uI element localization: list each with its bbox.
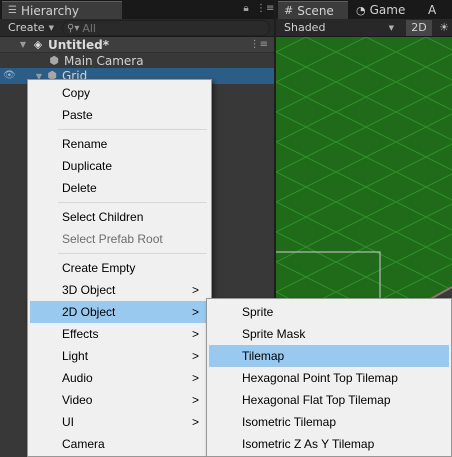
expand-arrow-icon[interactable]: ▼ <box>18 40 28 49</box>
hierarchy-toolbar: Create ▼ ⚲▾ <box>0 19 274 37</box>
2d-object-submenu: Sprite Sprite Mask Tilemap Hexagonal Poi… <box>206 298 452 457</box>
menu-item-delete[interactable]: Delete <box>30 177 209 199</box>
submenu-arrow-icon: > <box>191 393 199 407</box>
menu-item-label: Light <box>62 349 89 363</box>
tab-asset-store[interactable]: A <box>422 1 452 19</box>
submenu-item-isometric-z-as-y-tilemap[interactable]: Isometric Z As Y Tilemap <box>209 433 449 455</box>
menu-item-label: 2D Object <box>62 305 116 319</box>
submenu-item-sprite-mask[interactable]: Sprite Mask <box>209 323 449 345</box>
pacman-icon: ◔ <box>356 3 366 17</box>
create-label: Create <box>8 21 45 34</box>
submenu-arrow-icon: > <box>191 283 199 297</box>
menu-item-duplicate[interactable]: Duplicate <box>30 155 209 177</box>
submenu-item-sprite[interactable]: Sprite <box>209 301 449 323</box>
create-dropdown-button[interactable]: Create ▼ <box>4 20 58 36</box>
menu-item-camera[interactable]: Camera <box>30 433 209 455</box>
menu-separator <box>58 129 207 130</box>
lock-icon[interactable]: 🔒︎ <box>240 3 252 15</box>
menu-item-paste[interactable]: Paste <box>30 104 209 126</box>
menu-separator <box>58 202 207 203</box>
menu-item-2d-object[interactable]: 2D Object > <box>30 301 209 323</box>
menu-item-label: Video <box>62 393 93 407</box>
submenu-item-hexagonal-point-top-tilemap[interactable]: Hexagonal Point Top Tilemap <box>209 367 449 389</box>
lighting-toggle-icon[interactable]: ☀ <box>436 20 452 36</box>
chevron-down-icon: ▼ <box>48 24 54 32</box>
submenu-arrow-icon: > <box>191 415 199 429</box>
hierarchy-tab-label: Hierarchy <box>20 3 79 18</box>
2d-mode-button[interactable]: 2D <box>406 20 432 36</box>
item-label: Main Camera <box>64 54 144 68</box>
chevron-down-icon: ▼ <box>388 24 394 32</box>
search-field[interactable]: ⚲▾ <box>62 20 270 36</box>
submenu-item-hexagonal-flat-top-tilemap[interactable]: Hexagonal Flat Top Tilemap <box>209 389 449 411</box>
scene-menu-icon[interactable]: ⋮≡ <box>250 39 268 50</box>
menu-item-label: UI <box>62 415 74 429</box>
tab-game[interactable]: ◔ Game <box>350 1 418 19</box>
eye-icon[interactable]: 👁︎ <box>3 70 17 82</box>
menu-item-select-prefab-root: Select Prefab Root <box>62 232 163 246</box>
menu-item-audio[interactable]: Audio > <box>30 367 209 389</box>
menu-item-rename[interactable]: Rename <box>30 133 209 155</box>
shading-mode-dropdown[interactable]: Shaded ▼ <box>284 20 400 36</box>
submenu-item-tilemap[interactable]: Tilemap <box>209 345 449 367</box>
menu-item-copy[interactable]: Copy <box>30 82 209 104</box>
menu-item-label: 3D Object <box>62 283 116 297</box>
scene-tab-bar: # Scene ◔ Game A <box>276 0 452 19</box>
unity-logo-icon: ◈ <box>33 37 43 51</box>
scene-row[interactable]: ▼ ◈ Untitled* ⋮≡ <box>0 37 274 53</box>
menu-item-effects[interactable]: Effects > <box>30 323 209 345</box>
tab-scene[interactable]: # Scene <box>278 1 348 19</box>
shading-mode-label: Shaded <box>284 21 326 34</box>
hierarchy-tab-bar: ☰ Hierarchy 🔒︎ ⋮≡ <box>0 0 274 19</box>
tab-hierarchy[interactable]: ☰ Hierarchy <box>2 1 122 19</box>
panel-menu-icon[interactable]: ⋮≡ <box>256 3 274 15</box>
submenu-arrow-icon: > <box>191 371 199 385</box>
menu-separator <box>58 253 207 254</box>
menu-item-3d-object[interactable]: 3D Object > <box>30 279 209 301</box>
grid-icon: # <box>284 4 294 17</box>
scene-name: Untitled* <box>48 37 109 52</box>
menu-item-light[interactable]: Light > <box>30 345 209 367</box>
tab-asset-label: A <box>428 3 437 17</box>
menu-item-video[interactable]: Video > <box>30 389 209 411</box>
search-input[interactable] <box>82 21 233 35</box>
context-menu: Copy Paste Rename Duplicate Delete Selec… <box>27 79 212 457</box>
search-icon: ⚲▾ <box>67 22 80 34</box>
menu-item-select-children[interactable]: Select Children <box>30 206 209 228</box>
tab-scene-label: Scene <box>297 3 334 18</box>
hierarchy-item-main-camera[interactable]: ⬢ Main Camera <box>0 53 274 69</box>
menu-item-ui[interactable]: UI > <box>30 411 209 433</box>
menu-item-label: Effects <box>62 327 99 341</box>
menu-item-create-empty[interactable]: Create Empty <box>30 257 209 279</box>
submenu-arrow-icon: > <box>191 305 199 319</box>
tab-game-label: Game <box>369 3 406 17</box>
submenu-arrow-icon: > <box>191 327 199 341</box>
list-icon: ☰ <box>8 5 17 16</box>
menu-item-label: Audio <box>62 371 93 385</box>
submenu-arrow-icon: > <box>191 349 199 363</box>
submenu-item-isometric-tilemap[interactable]: Isometric Tilemap <box>209 411 449 433</box>
cube-icon: ⬢ <box>49 54 59 67</box>
scene-toolbar: Shaded ▼ 2D ☀ <box>276 19 452 37</box>
